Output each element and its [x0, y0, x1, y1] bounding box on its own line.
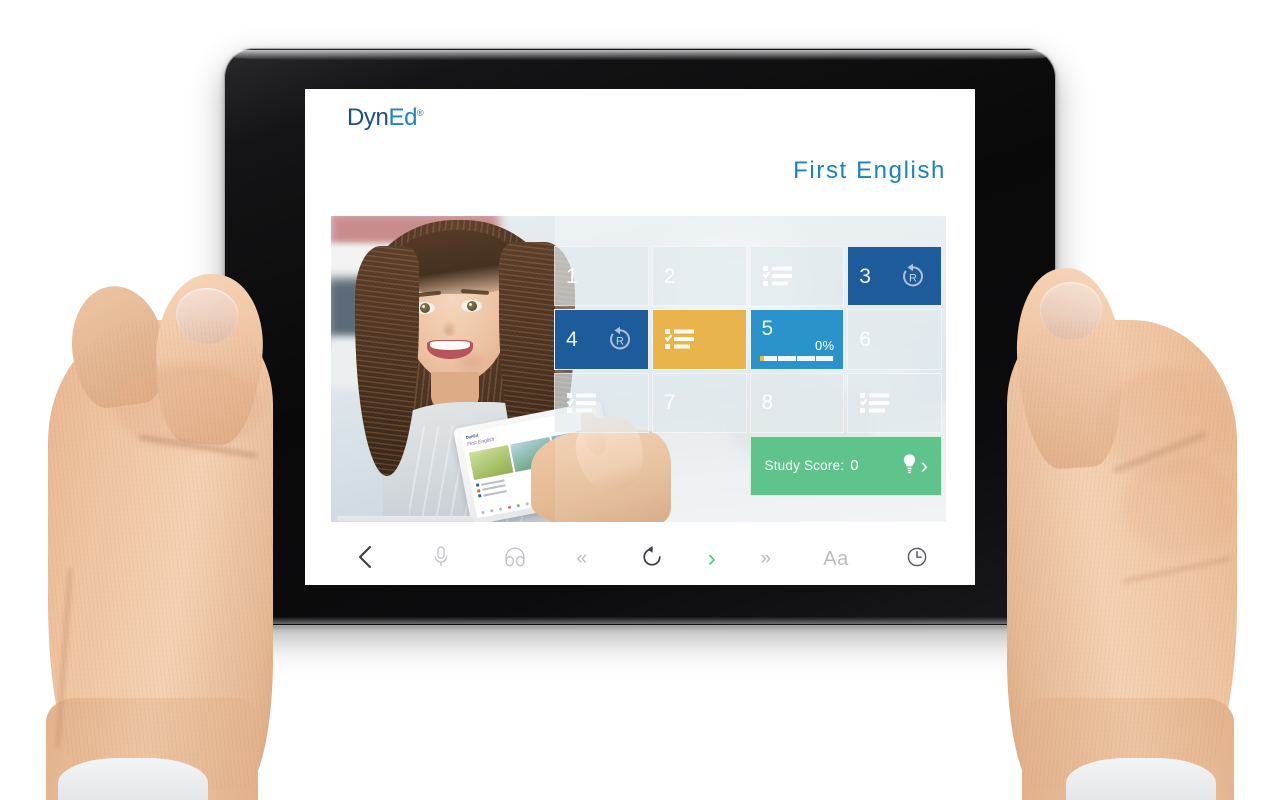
- grid-spacer-left: [554, 436, 649, 496]
- lesson-tile-checklist-bottom[interactable]: [847, 372, 942, 433]
- tile-number: 4: [566, 327, 578, 351]
- right-hand: [962, 264, 1262, 800]
- photo-mini-tablet-base: [337, 516, 473, 522]
- toolbar-replay-button[interactable]: [615, 539, 689, 579]
- fast-forward-icon: »: [760, 548, 772, 569]
- toolbar-back-button[interactable]: [331, 539, 401, 579]
- player-toolbar: « › » Aa: [331, 536, 946, 582]
- tile-number: 7: [663, 391, 676, 415]
- lesson-tile-checklist-active[interactable]: [651, 309, 747, 370]
- tile-number: 8: [761, 391, 774, 415]
- checklist-icon: [664, 328, 695, 350]
- play-icon: ›: [707, 545, 717, 572]
- repeat-r-icon: R: [606, 325, 634, 353]
- text-size-icon: Aa: [823, 547, 849, 570]
- headphones-icon: [503, 546, 527, 572]
- photo-mini-toolbar: [481, 502, 529, 515]
- chevron-right-icon: ›: [920, 452, 928, 478]
- tablet-bottom-gloss: [238, 617, 1042, 624]
- study-score-value: 0: [850, 457, 859, 475]
- tile-number: 3: [859, 264, 871, 288]
- lesson-tile-2[interactable]: 2: [651, 246, 747, 307]
- microphone-icon: [432, 545, 450, 574]
- tile-progress-percent: 0%: [815, 337, 835, 353]
- right-sleeve: [1066, 758, 1216, 800]
- toolbar-headphones-button[interactable]: [481, 539, 549, 579]
- toolbar-text-size-button[interactable]: Aa: [797, 539, 875, 579]
- course-title: First English: [793, 157, 946, 184]
- tablet-top-gloss: [234, 50, 1046, 60]
- tablet-screen: DynEd® First English DynEd First English…: [305, 89, 975, 585]
- screenshot-root: DynEd® First English DynEd First English…: [0, 0, 1280, 800]
- rewind-icon: «: [576, 548, 588, 569]
- lesson-tile-1[interactable]: 1: [554, 246, 649, 307]
- lesson-tile-4[interactable]: 4 R: [554, 309, 649, 370]
- student-eye-right: [461, 300, 482, 312]
- lesson-tile-8[interactable]: 8: [749, 372, 845, 433]
- lesson-tile-6[interactable]: 6: [847, 309, 942, 370]
- grid-spacer-mid: [652, 436, 747, 496]
- toolbar-history-button[interactable]: [875, 539, 946, 579]
- svg-text:R: R: [616, 336, 624, 348]
- lightbulb-icon: [901, 453, 918, 479]
- logo-text-dyn: Dyn: [347, 104, 389, 131]
- study-score-actions[interactable]: ›: [901, 453, 928, 479]
- lesson-tile-7[interactable]: 7: [651, 372, 747, 433]
- lesson-tile-checklist-top[interactable]: [749, 246, 845, 307]
- logo-text-ed: Ed: [388, 104, 418, 131]
- lesson-tile-3[interactable]: 3 R: [847, 246, 942, 307]
- tile-number: 2: [663, 264, 676, 288]
- checklist-icon: [566, 392, 597, 414]
- tile-number: 5: [761, 317, 774, 341]
- dyned-logo: DynEd®: [347, 104, 424, 131]
- left-sleeve: [58, 758, 208, 800]
- lesson-tile-checklist-mid[interactable]: [554, 372, 649, 433]
- clock-icon: [906, 546, 928, 573]
- lesson-tile-5[interactable]: 5 0%: [749, 309, 845, 370]
- checklist-icon: [859, 392, 890, 414]
- toolbar-rewind-button[interactable]: «: [549, 539, 615, 579]
- tile-progress-bar: [759, 355, 835, 361]
- left-hand: [18, 268, 318, 800]
- svg-text:R: R: [909, 273, 917, 285]
- replay-icon: [640, 545, 664, 574]
- repeat-r-icon: R: [899, 262, 927, 290]
- study-score-bar[interactable]: Study Score: 0 ›: [749, 435, 942, 496]
- study-score-text: Study Score:: [764, 458, 845, 474]
- toolbar-play-button[interactable]: ›: [689, 539, 735, 579]
- photo-mini-list: [475, 478, 508, 500]
- lesson-tile-grid: 1 2 3 R 4 R 5 0% 6 7 8 Study Score: 0 ›: [554, 246, 942, 496]
- left-hand-skin-texture: [48, 320, 273, 790]
- toolbar-forward-button[interactable]: »: [735, 539, 797, 579]
- study-score-label: Study Score: 0: [765, 457, 859, 474]
- tile-number: 1: [566, 264, 578, 288]
- student-nose: [441, 320, 457, 336]
- tablet-device: DynEd® First English DynEd First English…: [224, 48, 1056, 626]
- lesson-hero-area: DynEd First English 1 2 3 R 4 R 5 0% 6 7…: [331, 216, 946, 522]
- chevron-left-icon: [355, 544, 377, 575]
- logo-trademark: ®: [417, 108, 424, 118]
- tile-number: 6: [859, 327, 871, 351]
- right-hand-skin-texture: [1007, 320, 1237, 790]
- toolbar-microphone-button[interactable]: [401, 539, 481, 579]
- checklist-icon: [762, 265, 793, 287]
